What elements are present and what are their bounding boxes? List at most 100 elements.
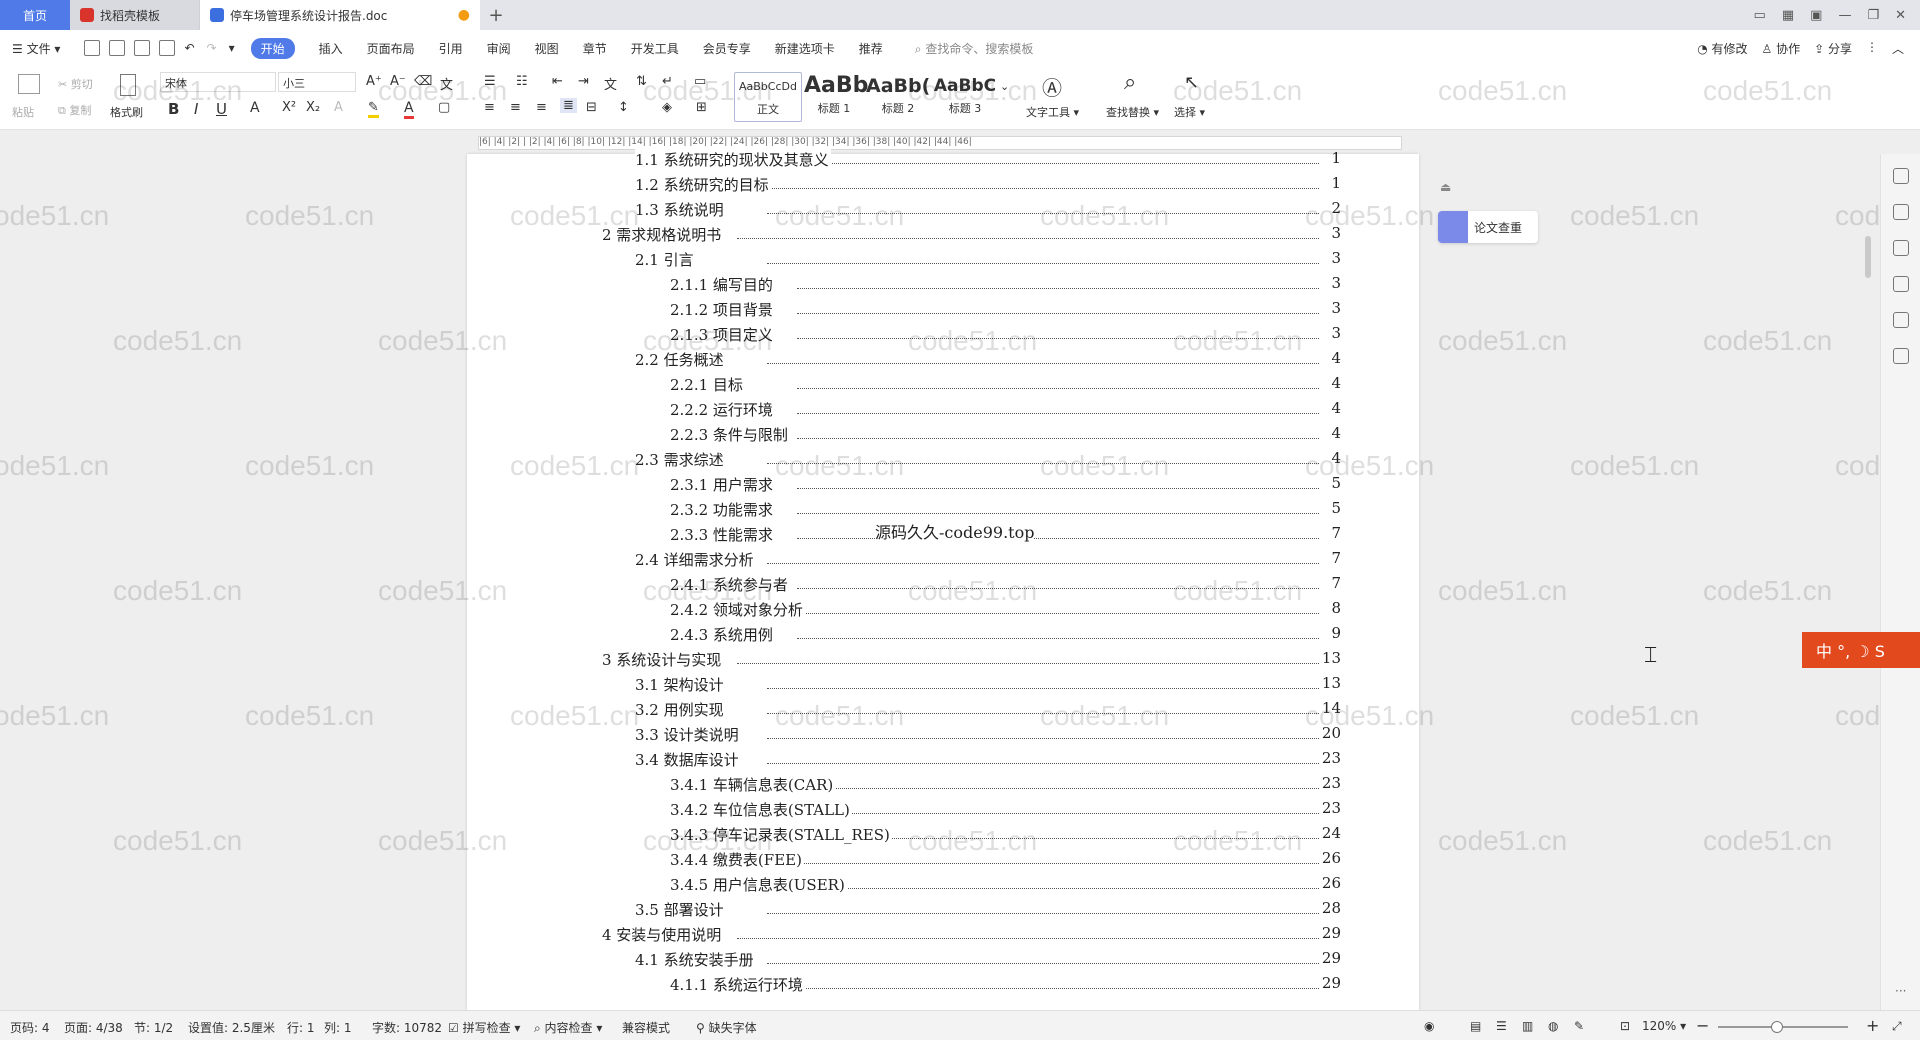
grid-icon[interactable]: ▦ (1782, 8, 1794, 23)
scrollbar-thumb[interactable] (1865, 236, 1871, 278)
show-marks-icon[interactable]: ↵ (662, 74, 673, 89)
status-col[interactable]: 列: 1 (324, 1019, 352, 1036)
menu-member[interactable]: 会员专享 (703, 40, 751, 57)
toc-entry[interactable]: 2.2.1 目标 4 (467, 372, 1419, 397)
ime-toolbar[interactable]: 中 °, ☽ S (1802, 632, 1920, 668)
toc-entry[interactable]: 3.3 设计类说明 20 (467, 722, 1419, 747)
toc-entry[interactable]: 2.3.1 用户需求 5 (467, 472, 1419, 497)
toc-entry[interactable]: 3.2 用例实现 14 (467, 697, 1419, 722)
toc-entry[interactable]: 2.4.2 领域对象分析 8 (467, 597, 1419, 622)
toc-entry[interactable]: 2.4 详细需求分析 7 (467, 547, 1419, 572)
menu-chapter[interactable]: 章节 (583, 40, 607, 57)
toc-entry[interactable]: 3.4.1 车辆信息表(CAR) 23 (467, 772, 1419, 797)
superscript-icon[interactable]: X² (282, 100, 296, 115)
fullscreen-icon[interactable]: ⤢ (1892, 1019, 1902, 1034)
redo-icon[interactable]: ↷ (207, 41, 217, 55)
status-page-code[interactable]: 页码: 4 (10, 1019, 50, 1036)
toc-entry[interactable]: 1.2 系统研究的目标 1 (467, 172, 1419, 197)
style-normal[interactable]: AaBbCcDd 正文 (734, 72, 802, 122)
print-preview-icon[interactable] (159, 40, 176, 56)
char-border-icon[interactable]: ▢ (438, 100, 450, 115)
restore-icon[interactable]: ❐ (1867, 8, 1879, 23)
toc-entry[interactable]: 2.4.3 系统用例 9 (467, 622, 1419, 647)
close-icon[interactable]: ✕ (1895, 8, 1906, 23)
text-tools-icon[interactable]: Ⓐ (1042, 72, 1062, 101)
toc-entry[interactable]: 2.3 需求综述 4 (467, 447, 1419, 472)
toc-entry[interactable]: 3.4.3 停车记录表(STALL_RES) 24 (467, 822, 1419, 847)
borders-icon[interactable]: ⊞ (696, 100, 707, 115)
share-button[interactable]: ⇪ 分享 (1814, 40, 1852, 57)
print-icon[interactable] (134, 40, 151, 56)
read-mode-icon[interactable] (1893, 348, 1909, 364)
paste-button[interactable]: 粘贴 (12, 104, 34, 120)
undo-icon[interactable]: ↶ (184, 41, 194, 55)
text-tools-button[interactable]: 文字工具 ▾ (1026, 104, 1079, 120)
toc-entry[interactable]: 2.1.3 项目定义 3 (467, 322, 1419, 347)
has-changes-button[interactable]: ◔ 有修改 (1697, 40, 1747, 57)
style-heading3[interactable]: AaBbC 标题 3 (932, 72, 998, 122)
tab-document[interactable]: 停车场管理系统设计报告.doc ● (200, 0, 480, 30)
toc-entry[interactable]: 2.2 任务概述 4 (467, 347, 1419, 372)
paste-icon[interactable] (18, 74, 40, 94)
text-effect-icon[interactable]: A (334, 100, 343, 115)
toc-entry[interactable]: 4 安装与使用说明 29 (467, 922, 1419, 947)
status-setting[interactable]: 设置值: 2.5厘米 (188, 1019, 275, 1036)
font-color-icon[interactable]: A (404, 100, 414, 119)
align-justify-icon[interactable]: ≣ (560, 98, 577, 113)
number-list-icon[interactable]: ☷ (516, 74, 528, 89)
toc-entry[interactable]: 2.1.1 编写目的 3 (467, 272, 1419, 297)
more-dots-icon[interactable]: ··· (1895, 984, 1906, 998)
more-icon[interactable]: ⋮ (1866, 40, 1878, 57)
avatar[interactable]: ▣ (1810, 8, 1822, 23)
font-name-select[interactable]: 宋体 (160, 72, 276, 92)
italic-icon[interactable]: I (194, 100, 198, 118)
toc-entry[interactable]: 2.4.1 系统参与者 7 (467, 572, 1419, 597)
collapse-panel-icon[interactable]: ⏏ (1440, 180, 1451, 194)
menu-references[interactable]: 引用 (439, 40, 463, 57)
page-view-icon[interactable]: ▤ (1470, 1019, 1481, 1033)
styles-more-icon[interactable]: ⌄ (1000, 80, 1009, 93)
find-replace-button[interactable]: 查找替换 ▾ (1106, 104, 1159, 120)
format-painter-button[interactable]: 格式刷 (110, 104, 143, 120)
find-replace-icon[interactable]: ⌕ (1124, 70, 1136, 95)
layout-icon[interactable]: ▭ (1754, 8, 1766, 23)
plagiarism-check-button[interactable]: 论文查重 (1438, 211, 1538, 243)
menu-page-layout[interactable]: 页面布局 (367, 40, 415, 57)
toc-entry[interactable]: 2.2.3 条件与限制 4 (467, 422, 1419, 447)
edit-pen-icon[interactable] (1893, 168, 1909, 184)
align-center-icon[interactable]: ≡ (510, 100, 521, 115)
toc-entry[interactable]: 2 需求规格说明书 3 (467, 222, 1419, 247)
toc-entry[interactable]: 3.1 架构设计 13 (467, 672, 1419, 697)
subscript-icon[interactable]: X₂ (306, 100, 320, 115)
toc-entry[interactable]: 2.2.2 运行环境 4 (467, 397, 1419, 422)
collapse-ribbon-icon[interactable]: ︿ (1892, 40, 1904, 57)
menu-recommend[interactable]: 推荐 (859, 40, 883, 57)
toc-entry[interactable]: 3.4 数据库设计 23 (467, 747, 1419, 772)
status-section[interactable]: 节: 1/2 (134, 1019, 173, 1036)
status-words[interactable]: 字数: 10782 (372, 1019, 442, 1036)
adjust-icon[interactable] (1893, 240, 1909, 256)
toc-entry[interactable]: 2.1.2 项目背景 3 (467, 297, 1419, 322)
zoom-level[interactable]: 120% ▾ (1642, 1019, 1686, 1033)
pinyin-icon[interactable]: 文 (440, 74, 453, 93)
chinese-layout-icon[interactable]: 文 (604, 74, 617, 93)
new-tab-button[interactable]: + (480, 0, 512, 30)
zoom-in-button[interactable]: + (1866, 1016, 1879, 1035)
sort-icon[interactable]: ⇅ (636, 74, 647, 89)
collaborate-button[interactable]: ♙ 协作 (1762, 40, 1801, 57)
cut-button[interactable]: ✂ 剪切 (58, 76, 93, 92)
select-button[interactable]: 选择 ▾ (1174, 104, 1205, 120)
menu-review[interactable]: 审阅 (487, 40, 511, 57)
toc-entry[interactable]: 3.4.2 车位信息表(STALL) 23 (467, 797, 1419, 822)
font-size-select[interactable]: 小三 (278, 72, 356, 92)
customize-icon[interactable]: ▾ (229, 41, 235, 55)
menu-view[interactable]: 视图 (535, 40, 559, 57)
bold-icon[interactable]: B (168, 100, 179, 118)
underline-icon[interactable]: U (216, 100, 227, 118)
bullet-list-icon[interactable]: ☰ (484, 74, 496, 89)
distribute-icon[interactable]: ⊟ (586, 100, 597, 115)
toc-entry[interactable]: 3.4.4 缴费表(FEE) 26 (467, 847, 1419, 872)
vertical-scrollbar[interactable] (1860, 154, 1876, 1010)
toc-entry[interactable]: 2.1 引言 3 (467, 247, 1419, 272)
clear-format-icon[interactable]: ⌫ (414, 74, 432, 89)
